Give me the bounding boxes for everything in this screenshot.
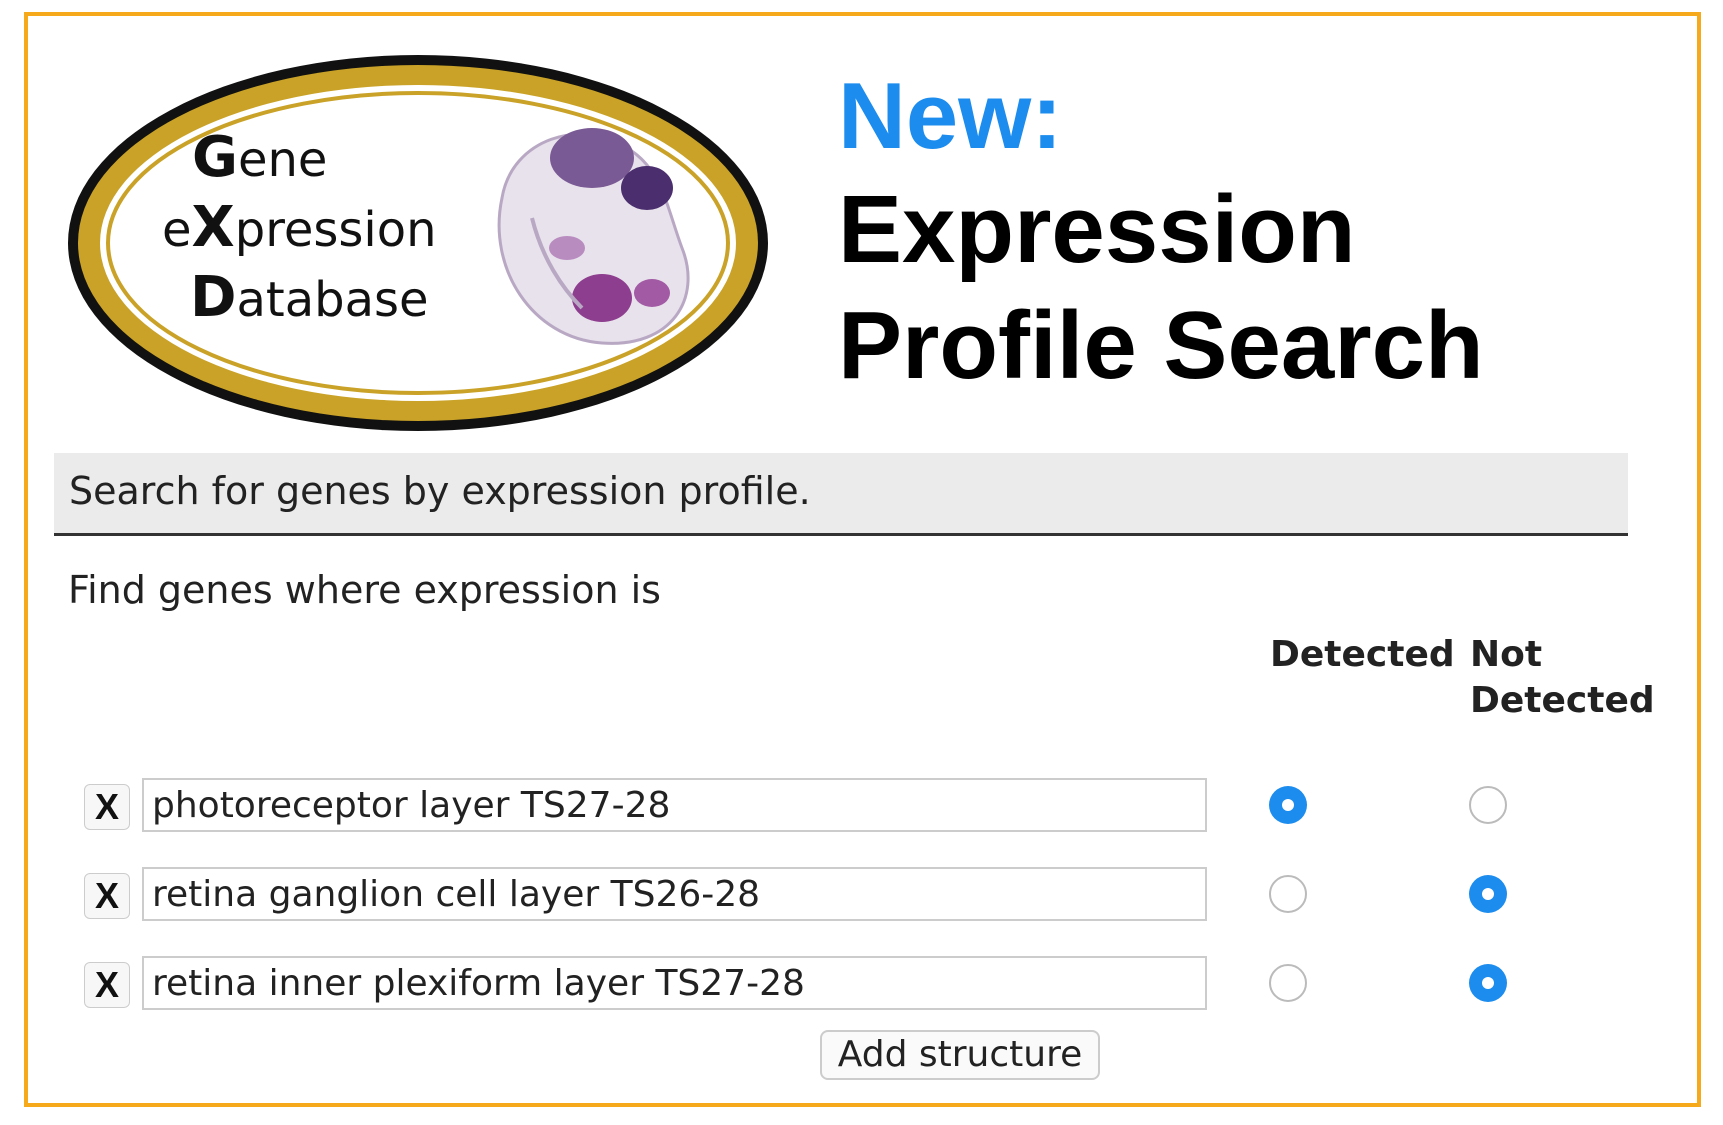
not-detected-line-1: Not: [1470, 634, 1543, 675]
structure-input[interactable]: [142, 956, 1207, 1010]
title-line-1: Expression: [838, 176, 1356, 283]
svg-text:Database: Database: [190, 265, 429, 330]
detected-radio[interactable]: [1269, 875, 1307, 913]
logo-line3-rest: atabase: [236, 272, 428, 328]
logo-line2-pre: e: [162, 202, 192, 258]
remove-structure-button[interactable]: X: [84, 962, 130, 1008]
detected-radio[interactable]: [1269, 786, 1307, 824]
title-line-2: Profile Search: [838, 292, 1484, 399]
svg-text:eXpression: eXpression: [162, 195, 437, 260]
structure-row: X: [84, 867, 1624, 925]
new-label: New:: [838, 63, 1063, 168]
structure-row: X: [84, 956, 1624, 1014]
structure-row: X: [84, 778, 1624, 836]
remove-structure-button[interactable]: X: [84, 784, 130, 830]
structure-input[interactable]: [142, 778, 1207, 832]
not-detected-line-2: Detected: [1470, 680, 1655, 721]
detected-radio[interactable]: [1269, 964, 1307, 1002]
svg-text:Gene: Gene: [192, 125, 327, 190]
not-detected-radio[interactable]: [1469, 786, 1507, 824]
logo-line3-cap: D: [190, 265, 236, 330]
logo-line1-rest: ene: [238, 132, 327, 188]
column-header-detected: Detected: [1270, 634, 1455, 675]
search-banner: Search for genes by expression profile.: [54, 453, 1628, 536]
logo-line2-rest: pression: [235, 202, 437, 258]
not-detected-radio[interactable]: [1469, 964, 1507, 1002]
gxd-logo: Gene eXpression Database: [62, 48, 774, 438]
column-header-not-detected: Not Detected: [1470, 632, 1655, 724]
not-detected-radio[interactable]: [1469, 875, 1507, 913]
remove-structure-button[interactable]: X: [84, 873, 130, 919]
structure-input[interactable]: [142, 867, 1207, 921]
banner-text: Search for genes by expression profile.: [69, 469, 811, 513]
form-intro: Find genes where expression is: [68, 568, 661, 612]
add-structure-button[interactable]: Add structure: [820, 1030, 1100, 1080]
logo-line1-cap: G: [192, 125, 238, 190]
logo-line2-cap: X: [192, 195, 235, 260]
headline: New: Expression Profile Search: [838, 60, 1484, 404]
